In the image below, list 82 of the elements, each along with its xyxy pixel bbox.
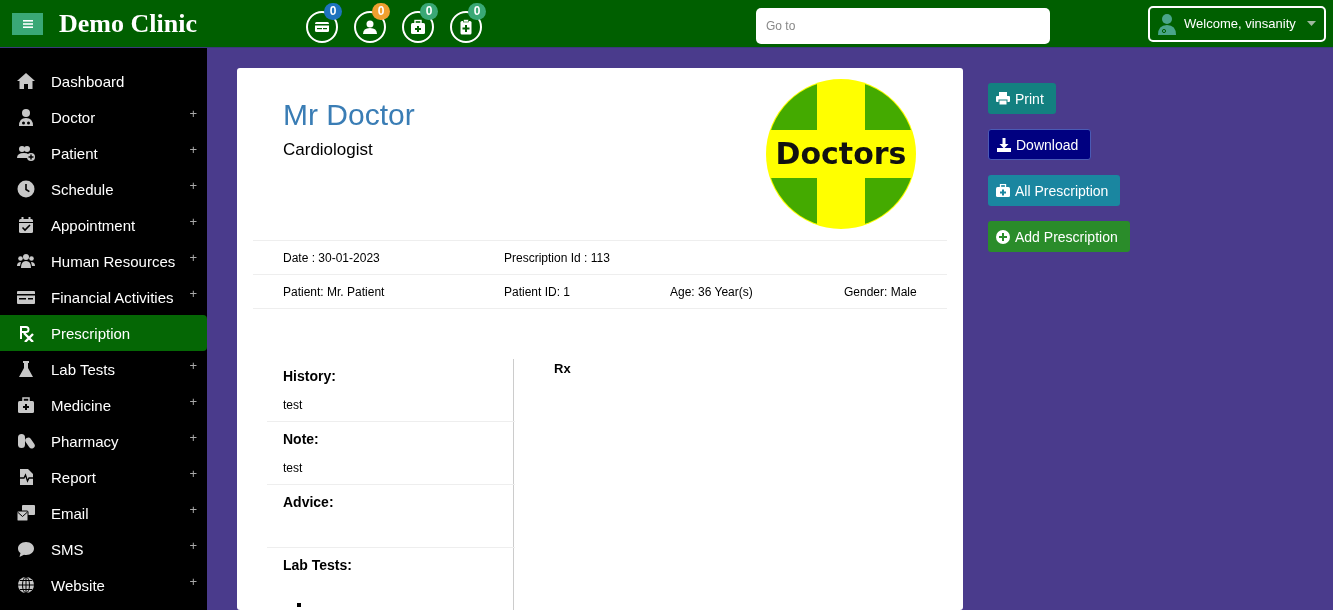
- info-text: Gender: Male: [844, 284, 917, 299]
- logo-text: Doctors: [775, 136, 907, 171]
- info-text: Prescription Id : 113: [504, 250, 611, 265]
- sidebar-item[interactable]: Pharmacy +: [0, 423, 207, 459]
- pills-icon: [17, 432, 35, 450]
- download-button[interactable]: Download: [988, 129, 1092, 160]
- home-icon: [17, 72, 35, 90]
- medical-kit-icon: [996, 183, 1010, 198]
- sidebar-item[interactable]: Dashboard: [0, 63, 207, 99]
- expand-icon: +: [189, 105, 197, 121]
- expand-icon: +: [189, 573, 197, 589]
- expand-icon: +: [189, 141, 197, 157]
- notification-count: 0: [468, 2, 486, 20]
- sidebar-item[interactable]: Email +: [0, 495, 207, 531]
- expand-icon: +: [189, 357, 197, 373]
- sidebar-item[interactable]: Prescription: [0, 315, 207, 351]
- rx-heading: Rx: [554, 361, 571, 376]
- print-icon: [996, 91, 1010, 106]
- notification-count: 0: [372, 2, 390, 20]
- expand-icon: +: [189, 213, 197, 229]
- sidebar-item[interactable]: Report +: [0, 459, 207, 495]
- section-heading: Lab Tests:: [283, 557, 353, 573]
- expand-icon: +: [189, 501, 197, 517]
- doctor-avatar-icon: [1158, 12, 1176, 35]
- sidebar-item[interactable]: Financial Activities +: [0, 279, 207, 315]
- flask-icon: [17, 360, 35, 378]
- section-heading: History:: [283, 368, 337, 384]
- info-text: Age: 36 Year(s): [670, 284, 754, 299]
- doctor-specialty: Cardiologist: [283, 140, 374, 160]
- sidebar-item[interactable]: Human Resources +: [0, 243, 207, 279]
- app-title: Demo Clinic: [59, 8, 197, 39]
- notification-count: 0: [324, 2, 342, 20]
- sidebar-item[interactable]: Schedule +: [0, 171, 207, 207]
- info-text: Patient: Mr. Patient: [283, 284, 386, 299]
- section-heading: Advice:: [283, 494, 335, 510]
- money-check-icon: [17, 288, 35, 306]
- expand-icon: +: [189, 285, 197, 301]
- list-bullet: [297, 603, 301, 607]
- clipboard-icon: [458, 18, 474, 35]
- clock-icon: [17, 180, 35, 198]
- calendar-check-icon: [17, 216, 35, 234]
- menu-button[interactable]: [12, 12, 43, 35]
- plus-circle-icon: [996, 229, 1010, 244]
- medical-kit-icon: [410, 18, 426, 35]
- info-text: Date : 30-01-2023: [283, 250, 381, 265]
- expand-icon: +: [189, 249, 197, 265]
- expand-icon: +: [189, 177, 197, 193]
- user-menu[interactable]: Welcome, vinsanity: [1148, 5, 1326, 42]
- all-button[interactable]: All Prescription: [988, 175, 1121, 206]
- user-icon: [362, 18, 378, 35]
- users-plus-icon: [17, 144, 35, 162]
- sidebar-item[interactable]: Lab Tests +: [0, 351, 207, 387]
- file-chart-icon: [17, 468, 35, 486]
- sidebar-item[interactable]: Doctor +: [0, 99, 207, 135]
- doctor-icon: [17, 108, 35, 126]
- chat-bubble-icon: [17, 540, 35, 558]
- expand-icon: +: [189, 465, 197, 481]
- section-heading: Note:: [283, 431, 320, 447]
- globe-icon: [17, 576, 35, 594]
- expand-icon: +: [189, 537, 197, 553]
- doctor-name: Mr Doctor: [283, 98, 415, 132]
- notification-count: 0: [420, 2, 438, 20]
- menu-icon: [22, 19, 33, 28]
- sidebar-item[interactable]: Website +: [0, 567, 207, 603]
- people-group-icon: [17, 252, 35, 270]
- print-button[interactable]: Print: [988, 83, 1056, 114]
- add-button[interactable]: Add Prescription: [988, 221, 1130, 252]
- info-text: Patient ID: 1: [504, 284, 572, 299]
- medical-kit-icon: [17, 396, 35, 414]
- sidebar-item[interactable]: Appointment +: [0, 207, 207, 243]
- envelope-icon: [17, 504, 35, 522]
- sidebar-item[interactable]: SMS +: [0, 531, 207, 567]
- search-field[interactable]: Go to: [756, 7, 1050, 44]
- section-text: test: [283, 461, 304, 475]
- download-icon: [997, 137, 1011, 152]
- expand-icon: +: [189, 393, 197, 409]
- caret-icon: [1307, 21, 1316, 26]
- expand-icon: +: [189, 429, 197, 445]
- section-text: test: [283, 398, 304, 412]
- rx-icon: [17, 324, 35, 342]
- sidebar-item[interactable]: Medicine +: [0, 387, 207, 423]
- sidebar-item[interactable]: Patient +: [0, 135, 207, 171]
